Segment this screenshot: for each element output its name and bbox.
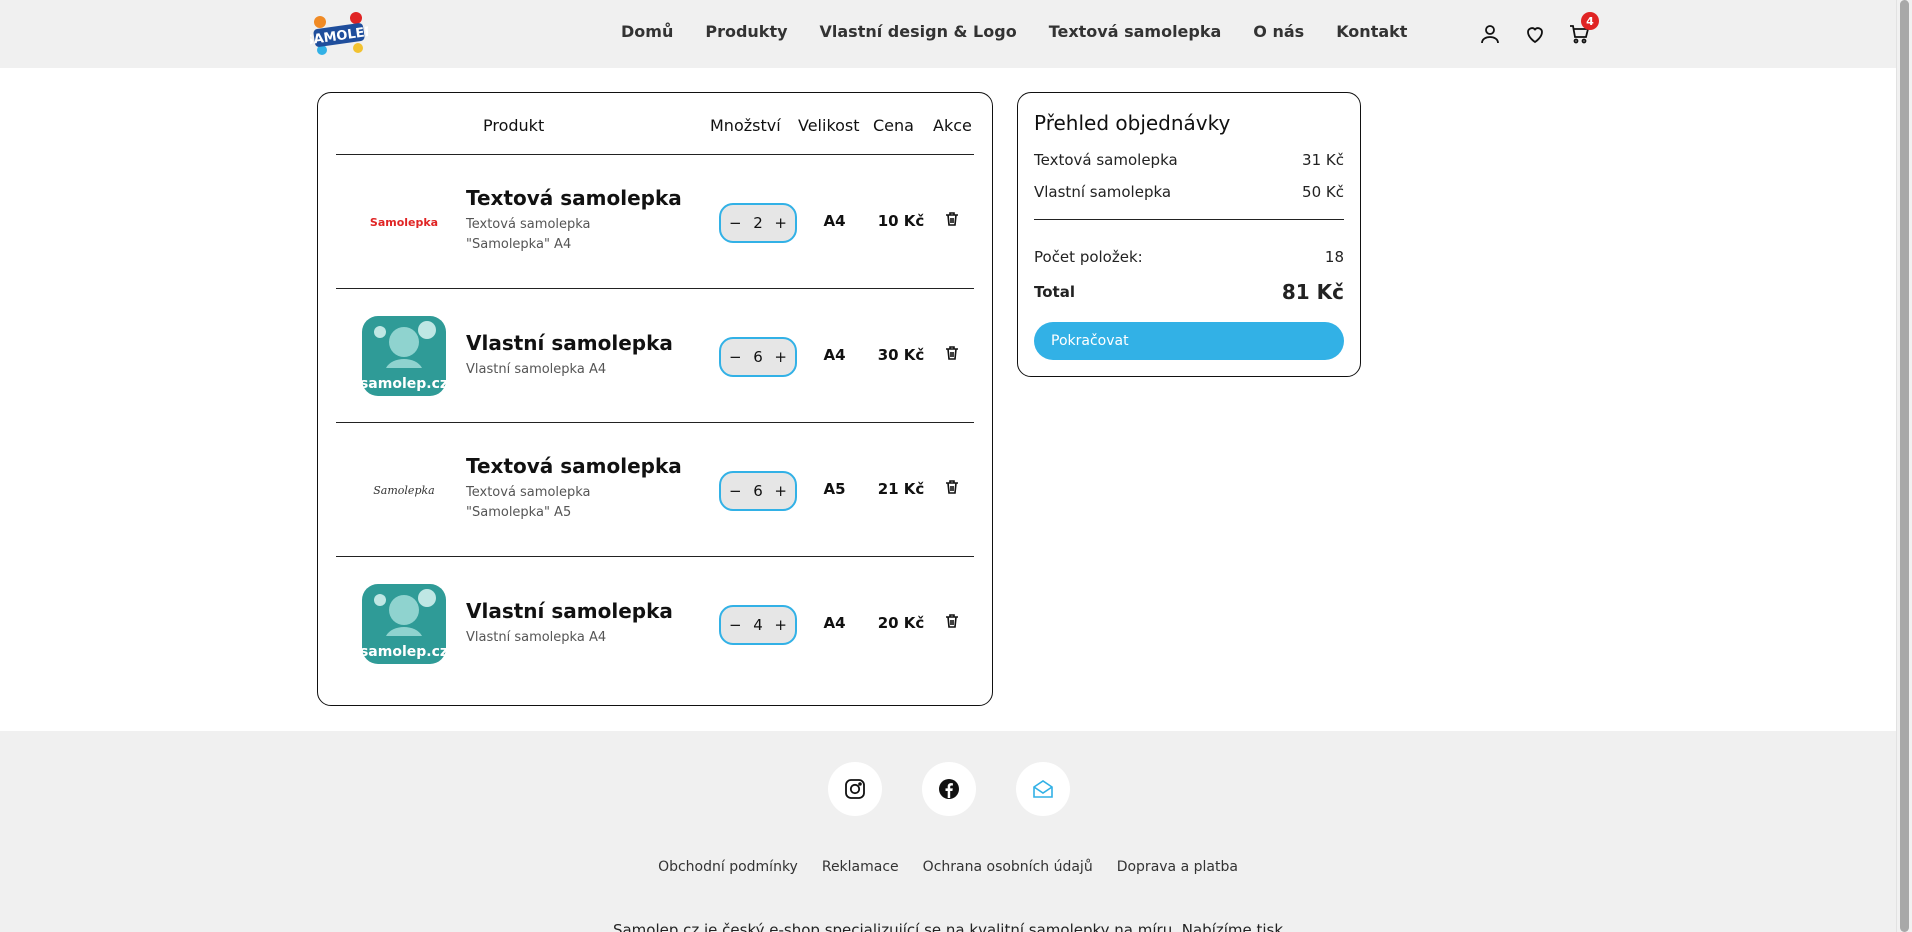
- product-size: A4: [823, 212, 846, 230]
- quantity-stepper: − 2 +: [719, 203, 797, 243]
- trash-icon[interactable]: [943, 612, 961, 630]
- item-count-label: Počet položek:: [1034, 248, 1143, 266]
- summary-line-value: 50 Kč: [1302, 183, 1344, 201]
- thumbnail-text: samolep.cz: [360, 376, 448, 392]
- instagram-icon[interactable]: [828, 762, 882, 816]
- summary-title: Přehled objednávky: [1034, 111, 1231, 135]
- trash-icon[interactable]: [943, 210, 961, 228]
- quantity-stepper: − 4 +: [719, 605, 797, 645]
- product-description: Textová samolepka "Samolepka" A4: [466, 217, 591, 252]
- nav-custom-design[interactable]: Vlastní design & Logo: [820, 22, 1017, 41]
- nav-text-sticker[interactable]: Textová samolepka: [1049, 22, 1222, 41]
- product-name: Textová samolepka: [466, 186, 682, 210]
- cart-row: samolep.cz Vlastní samolepka Vlastní sam…: [336, 289, 974, 423]
- product-price: 21 Kč: [877, 480, 925, 498]
- cart-row: Samolepka Textová samolepka Textová samo…: [336, 423, 974, 557]
- cart-count-badge: 4: [1581, 12, 1599, 30]
- divider: [1034, 219, 1344, 220]
- thumbnail-text: samolep.cz: [360, 644, 448, 660]
- product-thumbnail: Samolepka: [354, 173, 454, 271]
- decrease-button[interactable]: −: [729, 482, 742, 500]
- summary-line-label: Vlastní samolepka: [1034, 183, 1172, 201]
- site-footer: Obchodní podmínky Reklamace Ochrana osob…: [0, 731, 1896, 932]
- product-price: 30 Kč: [877, 346, 925, 364]
- nav-home[interactable]: Domů: [621, 22, 673, 41]
- product-size: A4: [823, 346, 846, 364]
- thumbnail-text: Samolepka: [369, 215, 439, 229]
- trash-icon[interactable]: [943, 344, 961, 362]
- nav-contact[interactable]: Kontakt: [1336, 22, 1407, 41]
- user-icon[interactable]: [1478, 22, 1502, 46]
- summary-line: Vlastní samolepka 50 Kč: [1034, 183, 1344, 201]
- footer-link-complaints[interactable]: Reklamace: [822, 859, 899, 875]
- product-thumbnail: samolep.cz: [354, 575, 454, 673]
- footer-link-privacy[interactable]: Ochrana osobních údajů: [923, 859, 1093, 875]
- header-product: Produkt: [483, 116, 545, 135]
- product-description: Vlastní samolepka A4: [466, 362, 607, 377]
- product-thumbnail: Samolepka: [354, 441, 454, 539]
- email-icon[interactable]: [1016, 762, 1070, 816]
- product-price: 10 Kč: [877, 212, 925, 230]
- product-name: Textová samolepka: [466, 454, 682, 478]
- product-price: 20 Kč: [877, 614, 925, 632]
- scrollbar-thumb[interactable]: [1900, 0, 1909, 932]
- product-description: Textová samolepka "Samolepka" A5: [466, 485, 591, 520]
- quantity-value[interactable]: 2: [747, 214, 769, 232]
- summary-line: Textová samolepka 31 Kč: [1034, 151, 1344, 169]
- quantity-value[interactable]: 6: [747, 348, 769, 366]
- quantity-stepper: − 6 +: [719, 337, 797, 377]
- decrease-button[interactable]: −: [729, 214, 742, 232]
- cart-row: Samolepka Textová samolepka Textová samo…: [336, 155, 974, 289]
- footer-about-text: Samolep.cz je český e-shop specializujíc…: [612, 921, 1284, 932]
- main-nav: Domů Produkty Vlastní design & Logo Text…: [621, 22, 1407, 41]
- footer-link-terms[interactable]: Obchodní podmínky: [658, 859, 798, 875]
- quantity-stepper: − 6 +: [719, 471, 797, 511]
- header-action: Akce: [933, 116, 972, 135]
- item-count-value: 18: [1324, 248, 1344, 266]
- decrease-button[interactable]: −: [729, 616, 742, 634]
- item-count-row: Počet položek: 18: [1034, 248, 1344, 266]
- header-size: Velikost: [798, 116, 860, 135]
- decrease-button[interactable]: −: [729, 348, 742, 366]
- heart-icon[interactable]: [1523, 22, 1547, 46]
- product-thumbnail: samolep.cz: [354, 307, 454, 405]
- summary-line-label: Textová samolepka: [1034, 151, 1178, 169]
- product-name: Vlastní samolepka: [466, 331, 673, 355]
- thumbnail-text: Samolepka: [373, 483, 435, 497]
- cart-row: samolep.cz Vlastní samolepka Vlastní sam…: [336, 557, 974, 691]
- product-size: A5: [823, 480, 846, 498]
- increase-button[interactable]: +: [774, 616, 787, 634]
- increase-button[interactable]: +: [774, 348, 787, 366]
- quantity-value[interactable]: 6: [747, 482, 769, 500]
- total-row: Total 81 Kč: [1034, 280, 1344, 304]
- total-value: 81 Kč: [1281, 280, 1344, 304]
- nav-products[interactable]: Produkty: [705, 22, 787, 41]
- increase-button[interactable]: +: [774, 482, 787, 500]
- header-price: Cena: [873, 116, 914, 135]
- summary-line-value: 31 Kč: [1302, 151, 1344, 169]
- page-scrollbar[interactable]: [1896, 0, 1912, 932]
- product-description: Vlastní samolepka A4: [466, 630, 607, 645]
- product-name: Vlastní samolepka: [466, 599, 673, 623]
- increase-button[interactable]: +: [774, 214, 787, 232]
- nav-about[interactable]: O nás: [1253, 22, 1304, 41]
- cart-table: Produkt Množství Velikost Cena Akce Samo…: [317, 92, 993, 706]
- continue-button[interactable]: Pokračovat: [1034, 322, 1344, 360]
- trash-icon[interactable]: [943, 478, 961, 496]
- header-quantity: Množství: [710, 116, 781, 135]
- facebook-icon[interactable]: [922, 762, 976, 816]
- total-label: Total: [1034, 283, 1075, 301]
- quantity-value[interactable]: 4: [747, 616, 769, 634]
- site-logo[interactable]: SAMOLEP: [303, 8, 375, 60]
- footer-links: Obchodní podmínky Reklamace Ochrana osob…: [0, 859, 1896, 875]
- site-header: SAMOLEP Domů Produkty Vlastní design & L…: [0, 0, 1896, 68]
- order-summary: Přehled objednávky Textová samolepka 31 …: [1017, 92, 1361, 377]
- product-size: A4: [823, 614, 846, 632]
- footer-link-shipping[interactable]: Doprava a platba: [1117, 859, 1238, 875]
